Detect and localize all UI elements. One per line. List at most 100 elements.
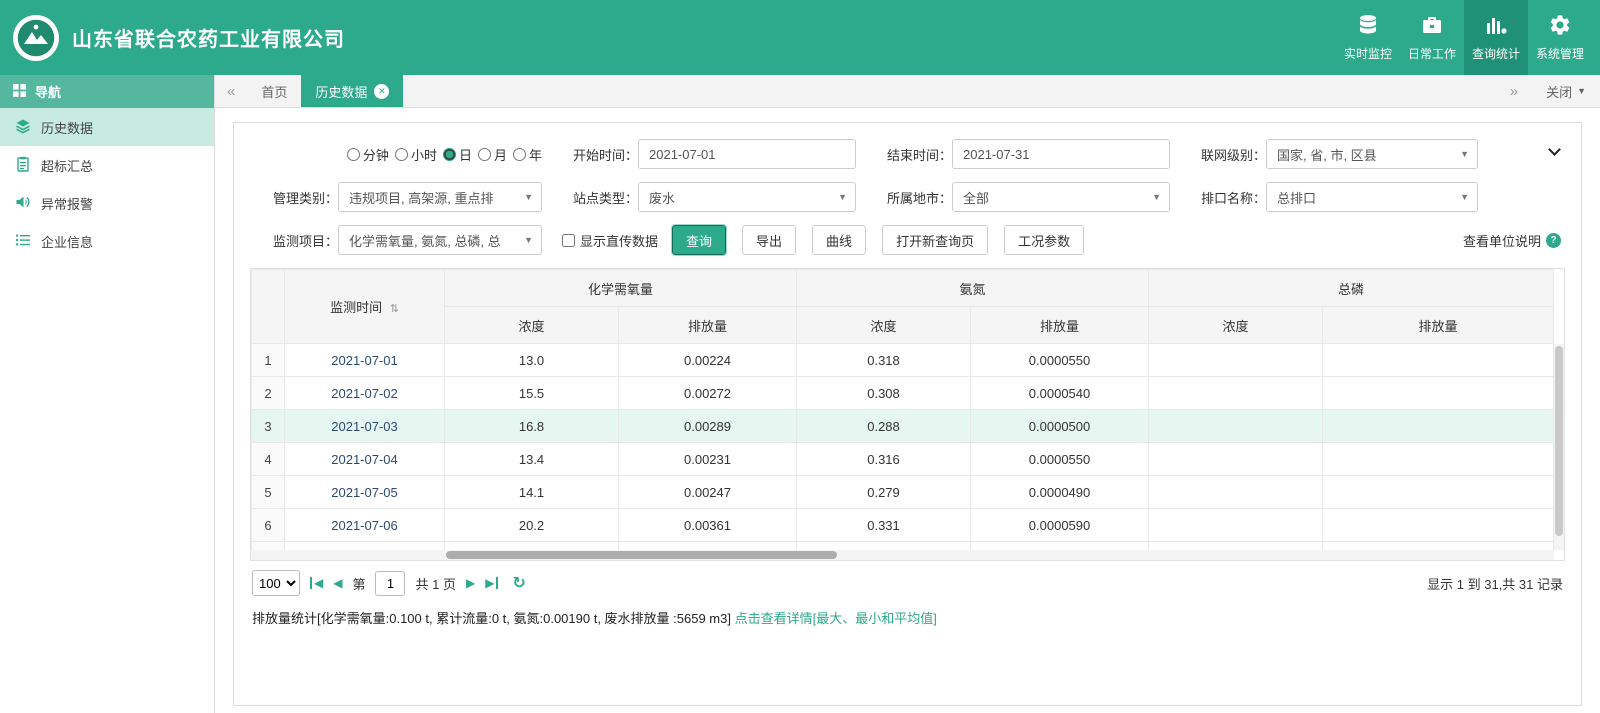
phosphorus-emission — [1323, 476, 1554, 509]
sidebar-item-abnormal-alarm[interactable]: 异常报警 — [0, 184, 214, 222]
row-number: 3 — [252, 410, 285, 443]
working-params-button[interactable]: 工况参数 — [1004, 225, 1084, 255]
radio-label: 分钟 — [363, 145, 389, 164]
cod-concentration: 15.5 — [445, 377, 619, 410]
chevron-down-icon: ▼ — [524, 235, 533, 245]
phosphorus-concentration — [1149, 410, 1323, 443]
start-time-cell: 开始时间： — [550, 139, 856, 169]
unit-description-link[interactable]: 查看单位说明 ? — [1463, 231, 1565, 250]
end-time-label: 结束时间： — [864, 145, 952, 164]
table-row[interactable]: 3 2021-07-03 16.8 0.00289 0.288 0.000050… — [252, 410, 1554, 443]
monitor-items-select[interactable]: 化学需氧量, 氨氮, 总磷, 总 ▼ — [338, 225, 542, 255]
sidebar-item-label: 历史数据 — [41, 118, 93, 137]
close-tab-icon[interactable]: ✕ — [374, 84, 389, 99]
last-page-icon[interactable]: ▶ — [485, 577, 498, 589]
vertical-scrollbar-thumb[interactable] — [1555, 346, 1563, 536]
phosphorus-concentration — [1149, 344, 1323, 377]
query-button[interactable]: 查询 — [672, 225, 726, 255]
curve-button[interactable]: 曲线 — [812, 225, 866, 255]
radio-hour-input[interactable] — [395, 148, 408, 161]
table-row[interactable]: 2 2021-07-02 15.5 0.00272 0.308 0.000054… — [252, 377, 1554, 410]
date-link[interactable]: 2021-07-06 — [331, 518, 398, 533]
radio-minute-input[interactable] — [347, 148, 360, 161]
page-prefix-label: 第 — [352, 574, 365, 593]
next-page-icon[interactable]: ▶ — [466, 577, 475, 589]
open-new-query-page-button[interactable]: 打开新查询页 — [882, 225, 988, 255]
first-page-icon[interactable]: ◀ — [310, 577, 323, 589]
sidebar-item-label: 企业信息 — [41, 232, 93, 251]
radio-day[interactable]: 日 — [443, 145, 472, 164]
start-time-input[interactable] — [638, 139, 856, 169]
sidebar-item-history-data[interactable]: 历史数据 — [0, 108, 214, 146]
sort-icon[interactable]: ⇅ — [390, 303, 399, 315]
close-tabs-menu[interactable]: 关闭 ▼ — [1546, 82, 1586, 101]
table-row[interactable]: 1 2021-07-01 13.0 0.00224 0.318 0.000055… — [252, 344, 1554, 377]
topnav-realtime-monitoring[interactable]: 实时监控 — [1336, 0, 1400, 75]
end-time-input[interactable] — [952, 139, 1170, 169]
radio-year-input[interactable] — [513, 148, 526, 161]
group-header-phosphorus: 总磷 — [1149, 270, 1554, 307]
date-link[interactable]: 2021-07-01 — [331, 353, 398, 368]
work-area: 分钟 小时 日 月 年 开始时间： 结束时间： — [215, 108, 1600, 713]
date-link[interactable]: 2021-07-03 — [331, 419, 398, 434]
page-number-input[interactable] — [375, 571, 405, 596]
horizontal-scrollbar-thumb[interactable] — [446, 551, 837, 559]
radio-hour[interactable]: 小时 — [395, 145, 437, 164]
view-details-link[interactable]: 点击查看详情[最大、最小和平均值] — [735, 611, 937, 626]
table-row[interactable]: 5 2021-07-05 14.1 0.00247 0.279 0.000049… — [252, 476, 1554, 509]
mgmt-category-select[interactable]: 违规项目, 高架源, 重点排 ▼ — [338, 182, 542, 212]
date-link[interactable]: 2021-07-05 — [331, 485, 398, 500]
cod-concentration: 14.1 — [445, 476, 619, 509]
network-level-select[interactable]: 国家, 省, 市, 区县 ▼ — [1266, 139, 1478, 169]
chevron-down-icon: ▼ — [1152, 192, 1161, 202]
ammonia-emission: 0.0000540 — [971, 377, 1149, 410]
table-row[interactable]: 6 2021-07-06 20.2 0.00361 0.331 0.000059… — [252, 509, 1554, 542]
topnav-system-management[interactable]: 系统管理 — [1528, 0, 1592, 75]
ammonia-emission: 0.0000550 — [971, 344, 1149, 377]
prev-page-icon[interactable]: ◀ — [333, 577, 342, 589]
direct-data-checkbox[interactable] — [562, 234, 575, 247]
sub-header-emission: 排放量 — [619, 307, 797, 344]
sidebar-item-exceedance-summary[interactable]: 超标汇总 — [0, 146, 214, 184]
sidebar-item-enterprise-info[interactable]: 企业信息 — [0, 222, 214, 260]
topnav-daily-work[interactable]: 日常工作 — [1400, 0, 1464, 75]
close-menu-label: 关闭 — [1546, 82, 1572, 101]
radio-month-input[interactable] — [478, 148, 491, 161]
radio-day-input[interactable] — [443, 148, 456, 161]
date-link[interactable]: 2021-07-04 — [331, 452, 398, 467]
emission-stats-text: 排放量统计[化学需氧量:0.100 t, 累计流量:0 t, 氨氮:0.0019… — [252, 611, 731, 626]
phosphorus-emission — [1323, 344, 1554, 377]
table-row[interactable]: 4 2021-07-04 13.4 0.00231 0.316 0.000055… — [252, 443, 1554, 476]
chevron-down-icon: ▼ — [1577, 86, 1586, 96]
site-type-label: 站点类型： — [550, 188, 638, 207]
radio-year[interactable]: 年 — [513, 145, 542, 164]
export-button[interactable]: 导出 — [742, 225, 796, 255]
refresh-icon[interactable]: ↻ — [512, 573, 525, 593]
tabs-scroll-right-icon[interactable]: » — [1498, 83, 1530, 100]
site-type-select[interactable]: 废水 ▼ — [638, 182, 856, 212]
outlet-select[interactable]: 总排口 ▼ — [1266, 182, 1478, 212]
phosphorus-emission — [1323, 410, 1554, 443]
page-size-select[interactable]: 100 — [252, 570, 300, 596]
radio-minute[interactable]: 分钟 — [347, 145, 389, 164]
tabs-scroll-left-icon[interactable]: « — [215, 75, 247, 107]
sub-header-concentration: 浓度 — [1149, 307, 1323, 344]
outlet-cell: 排口名称： 总排口 ▼ — [1178, 182, 1478, 212]
radio-month[interactable]: 月 — [478, 145, 507, 164]
city-select[interactable]: 全部 ▼ — [952, 182, 1170, 212]
tab-home[interactable]: 首页 — [247, 75, 301, 107]
group-header-ammonia: 氨氮 — [797, 270, 1149, 307]
row-number: 1 — [252, 344, 285, 377]
date-link[interactable]: 2021-07-02 — [331, 386, 398, 401]
direct-data-checkbox-wrap[interactable]: 显示直传数据 — [562, 231, 658, 250]
data-table: 监测时间 ⇅ 化学需氧量 氨氮 总磷 浓度 排放量 浓度 — [251, 269, 1554, 561]
topnav-query-statistics[interactable]: 查询统计 — [1464, 0, 1528, 75]
start-time-label: 开始时间： — [550, 145, 638, 164]
filter-row-1: 分钟 小时 日 月 年 开始时间： 结束时间： — [250, 139, 1565, 169]
tab-strip: « 首页 历史数据 ✕ » 关闭 ▼ — [215, 75, 1600, 108]
list-icon — [15, 232, 31, 251]
page-total-label: 共 1 页 — [415, 574, 455, 593]
top-navigation: 实时监控 日常工作 查询统计 — [1336, 0, 1592, 75]
tab-history-data[interactable]: 历史数据 ✕ — [301, 75, 403, 107]
cod-emission: 0.00272 — [619, 377, 797, 410]
